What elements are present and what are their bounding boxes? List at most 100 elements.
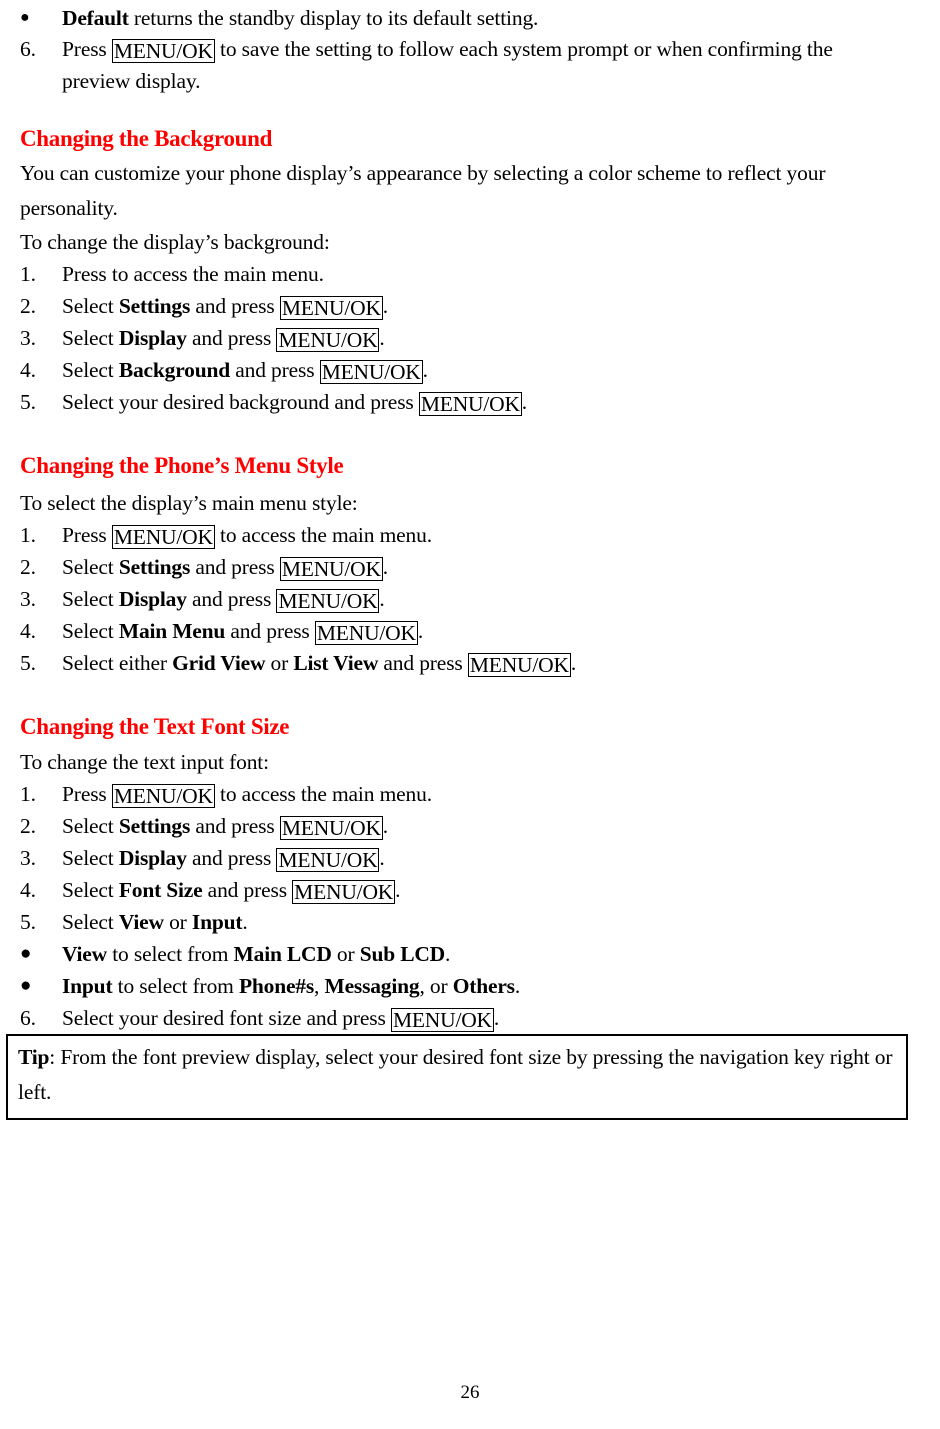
bullet-post: . bbox=[514, 974, 521, 998]
step-pre: Select your desired background and press bbox=[62, 390, 419, 414]
list-item: 4. Select Font Size and press MENU/OK. bbox=[0, 874, 940, 906]
menu-item-label: Display bbox=[118, 326, 187, 350]
tip-text: : From the font preview display, select … bbox=[18, 1045, 893, 1104]
font-size-lead-text: To change the text input font: bbox=[20, 750, 269, 774]
list-item: 4. Select Background and press MENU/OK. bbox=[0, 354, 940, 386]
menu-item-label: Font Size bbox=[118, 878, 203, 902]
step-text: Select Display and press MENU/OK. bbox=[62, 583, 940, 615]
menu-ok-key[interactable]: MENU/OK bbox=[279, 816, 383, 840]
menu-ok-key[interactable]: MENU/OK bbox=[390, 1008, 494, 1032]
menu-item-label: Settings bbox=[118, 555, 191, 579]
step-text: Select Settings and press MENU/OK. bbox=[62, 551, 940, 583]
bullet-view-row: ● View to select from Main LCD or Sub LC… bbox=[0, 938, 940, 970]
step-pre: Press to access the main menu. bbox=[62, 262, 324, 286]
list-item: 3. Select Display and press MENU/OK. bbox=[0, 583, 940, 615]
menu-ok-key[interactable]: MENU/OK bbox=[111, 525, 215, 549]
step-text: Select Display and press MENU/OK. bbox=[62, 842, 940, 874]
step-number: 4. bbox=[20, 878, 36, 902]
step-post: . bbox=[379, 587, 385, 611]
menu-ok-key[interactable]: MENU/OK bbox=[111, 784, 215, 808]
bullet-mid-2: or bbox=[331, 942, 360, 966]
list-item: 1. Press MENU/OK to access the main menu… bbox=[0, 519, 940, 551]
step-number: 3. bbox=[20, 587, 36, 611]
menu-style-steps-list: 1. Press MENU/OK to access the main menu… bbox=[0, 519, 940, 679]
step-pre: Select bbox=[62, 358, 119, 382]
list-item: 5. Select your desired background and pr… bbox=[0, 386, 940, 418]
menu-ok-key[interactable]: MENU/OK bbox=[292, 880, 396, 904]
list-item: 2. Select Settings and press MENU/OK. bbox=[0, 551, 940, 583]
bold-default: Default bbox=[62, 6, 129, 30]
bullet-icon: ● bbox=[20, 9, 30, 26]
bullet-mid-3: , or bbox=[419, 974, 453, 998]
font-size-steps-list: 1. Press MENU/OK to access the main menu… bbox=[0, 778, 940, 1034]
bullet-post: . bbox=[445, 942, 451, 966]
step-text: Select Display and press MENU/OK. bbox=[62, 322, 940, 354]
heading-changing-the-phones-menu-style: Changing the Phone’s Menu Style bbox=[0, 451, 920, 481]
step-mid: and press bbox=[186, 846, 277, 870]
step-post: . bbox=[382, 814, 389, 838]
font-size-lead-line: To change the text input font: bbox=[0, 746, 910, 778]
step-post: . bbox=[422, 358, 428, 382]
step-post: . bbox=[417, 619, 424, 643]
step-mid: or bbox=[163, 910, 192, 934]
menu-ok-key[interactable]: MENU/OK bbox=[314, 621, 418, 645]
tip-label: Tip bbox=[18, 1045, 50, 1069]
menu-ok-key[interactable]: MENU/OK bbox=[467, 653, 571, 677]
menu-ok-key[interactable]: MENU/OK bbox=[418, 392, 522, 416]
heading-text: Changing the Text Font Size bbox=[20, 714, 290, 739]
step-text: Select either Grid View or List View and… bbox=[62, 647, 940, 679]
step-mid: and press bbox=[190, 294, 280, 318]
step-mid: and press bbox=[229, 358, 320, 382]
menu-ok-key[interactable]: MENU/OK bbox=[279, 557, 383, 581]
step-post: to access the main menu. bbox=[214, 523, 432, 547]
step-post: . bbox=[570, 651, 577, 675]
background-intro-paragraph: You can customize your phone display’s a… bbox=[0, 156, 910, 226]
step-text: Select Settings and press MENU/OK. bbox=[62, 290, 940, 322]
step-number: 4. bbox=[20, 619, 36, 643]
menu-item-label-input: Input bbox=[62, 974, 113, 998]
step-mid: and press bbox=[190, 555, 280, 579]
menu-item-label-phone-numbers: Phone#s bbox=[238, 974, 315, 998]
step-mid: and press bbox=[186, 326, 277, 350]
menu-ok-key[interactable]: MENU/OK bbox=[279, 296, 383, 320]
list-item: 3. Select Display and press MENU/OK. bbox=[0, 842, 940, 874]
menu-ok-key[interactable]: MENU/OK bbox=[276, 848, 380, 872]
step-6-top-continuation: preview display. bbox=[62, 69, 201, 93]
menu-ok-key[interactable]: MENU/OK bbox=[111, 39, 215, 63]
bullet-icon: ● bbox=[20, 943, 32, 964]
step-pre: Select your desired font size and press bbox=[62, 1006, 391, 1030]
bullet-mid-1: to select from bbox=[106, 942, 234, 966]
menu-ok-key[interactable]: MENU/OK bbox=[319, 360, 423, 384]
step-number: 4. bbox=[20, 358, 36, 382]
background-lead-text: To change the display’s background: bbox=[20, 230, 330, 254]
step-text: Press MENU/OK to access the main menu. bbox=[62, 519, 940, 551]
bullet-input-text: Input to select from Phone#s, Messaging,… bbox=[62, 970, 940, 1002]
step-number: 6. bbox=[20, 1006, 36, 1030]
step-text: Select Settings and press MENU/OK. bbox=[62, 810, 940, 842]
menu-item-label-list-view: List View bbox=[293, 651, 379, 675]
step-post: . bbox=[382, 294, 389, 318]
step-pre: Select bbox=[62, 878, 119, 902]
heading-text: Changing the Phone’s Menu Style bbox=[20, 453, 344, 478]
bullet-input-row: ● Input to select from Phone#s, Messagin… bbox=[0, 970, 940, 1002]
step-post: to access the main menu. bbox=[214, 782, 432, 806]
step-pre: Press bbox=[62, 523, 112, 547]
step-post: . bbox=[382, 555, 389, 579]
step-6-top-row: 6. Press MENU/OK to save the setting to … bbox=[0, 33, 940, 97]
bullet-mid-2: , bbox=[314, 974, 325, 998]
step-post: . bbox=[242, 910, 248, 934]
menu-ok-key[interactable]: MENU/OK bbox=[276, 589, 380, 613]
menu-ok-key[interactable]: MENU/OK bbox=[276, 328, 380, 352]
step-text: Select Font Size and press MENU/OK. bbox=[62, 874, 940, 906]
step-pre: Select bbox=[62, 814, 119, 838]
step-number: 2. bbox=[20, 555, 36, 579]
step-pre: Press bbox=[62, 782, 112, 806]
step-mid: and press bbox=[186, 587, 277, 611]
background-steps-list: 1. Press to access the main menu. 2. Sel… bbox=[0, 258, 940, 418]
step-post: . bbox=[379, 326, 385, 350]
menu-item-label: Settings bbox=[118, 294, 191, 318]
bullet-mid-1: to select from bbox=[112, 974, 239, 998]
step-number: 5. bbox=[20, 651, 36, 675]
heading-text: Changing the Background bbox=[20, 126, 273, 151]
step-number: 1. bbox=[20, 782, 36, 806]
